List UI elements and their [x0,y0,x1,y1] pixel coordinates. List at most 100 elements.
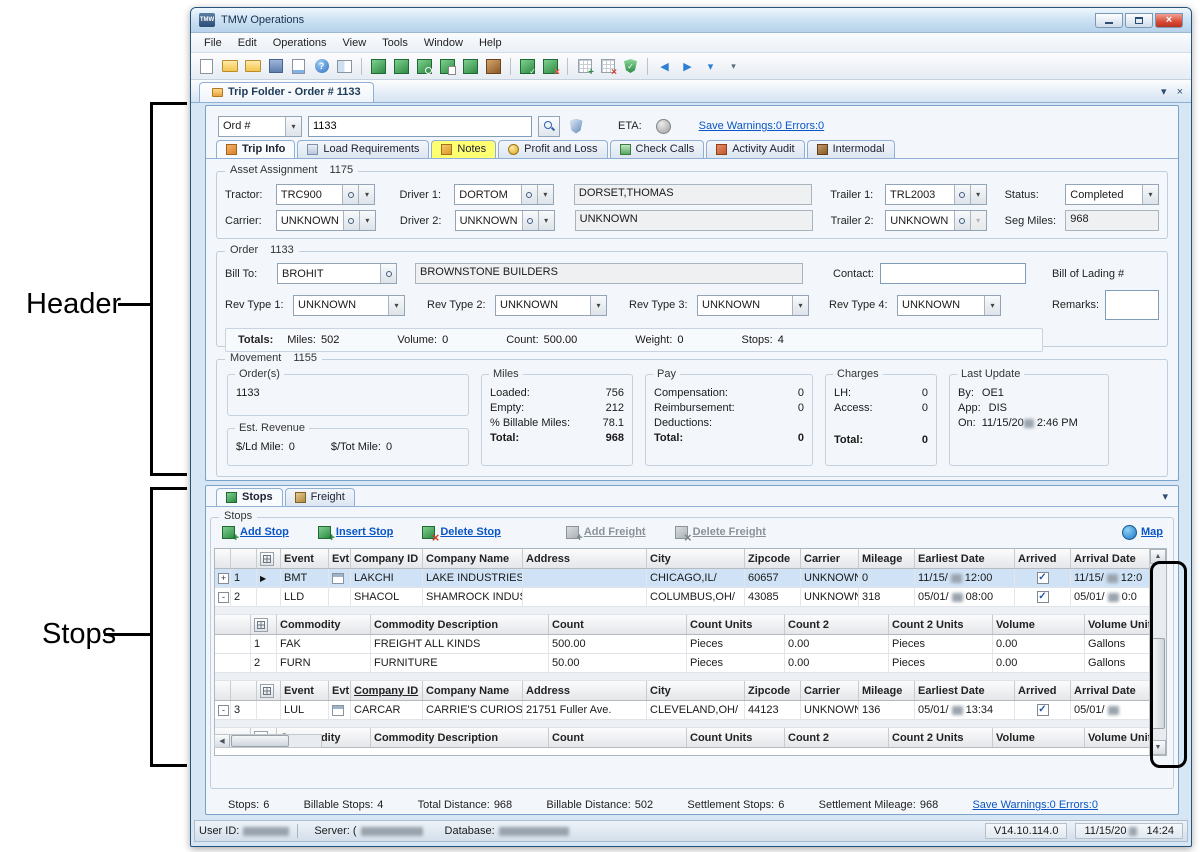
column-header-earliest-date[interactable]: Earliest Date [918,553,985,565]
tab-freight[interactable]: Freight [285,488,355,506]
trip-folder-tab[interactable]: Trip Folder - Order # 1133 [199,82,374,102]
driver2-combo[interactable]: UNKNOWN ▾ [455,210,555,231]
column-header-arrived[interactable]: Arrived [1018,553,1057,565]
arrived-checkbox[interactable]: ✓ [1037,591,1049,603]
trailer2-combo[interactable]: UNKNOWN ▾ [885,210,986,231]
status-combo[interactable]: Completed ▾ [1065,184,1159,205]
carrier-combo[interactable]: UNKNOWN ▾ [276,210,376,231]
column-header-city[interactable]: City [650,685,671,697]
rev-type1-combo[interactable]: UNKNOWN ▾ [293,295,405,316]
back-icon[interactable] [655,57,674,76]
trailer1-browse-icon[interactable] [954,185,970,204]
expand-icon[interactable]: - [218,705,229,716]
tractor-combo[interactable]: TRC900 ▾ [276,184,376,205]
invoice-remove-icon[interactable] [598,57,617,76]
column-header-count-2-units[interactable]: Count 2 Units [892,619,964,631]
driver2-name-field[interactable]: UNKNOWN [575,210,813,231]
find-trip-icon[interactable] [415,57,434,76]
column-header-volume-units[interactable]: Volume Units [1088,732,1151,744]
maximize-button[interactable] [1125,13,1153,28]
report-icon[interactable] [289,57,308,76]
validate-shield-icon[interactable] [621,57,640,76]
delete-freight-link[interactable]: Delete Freight [674,525,766,540]
arrived-checkbox[interactable]: ✓ [1037,704,1049,716]
column-header-address[interactable]: Address [526,553,570,565]
column-header-count-2-units[interactable]: Count 2 Units [892,732,964,744]
stop-row[interactable]: -2LLDSHACOLSHAMROCK INDUS...COLUMBUS,OH/… [215,588,1151,607]
arrived-checkbox[interactable]: ✓ [1037,572,1049,584]
tab-trip-info[interactable]: Trip Info [216,140,295,158]
order-type-combo[interactable]: Ord # ▾ [218,116,302,137]
bill-to-name-field[interactable]: BROWNSTONE BUILDERS [415,263,803,284]
help-icon[interactable] [312,57,331,76]
folder-add-icon[interactable] [243,57,262,76]
driver1-dropdown-icon[interactable]: ▾ [537,185,553,204]
column-header-volume[interactable]: Volume [996,619,1035,631]
trailer1-dropdown-icon[interactable]: ▾ [970,185,986,204]
tab-list-dropdown-icon[interactable]: ▾ [1161,87,1167,98]
column-header-arrival-date[interactable]: Arrival Date [1074,553,1136,565]
column-header-address[interactable]: Address [526,685,570,697]
contact-input[interactable] [880,263,1026,284]
column-header-count-units[interactable]: Count Units [690,732,752,744]
menu-edit[interactable]: Edit [231,35,264,51]
column-header-evt[interactable]: Evt [332,553,349,565]
column-header-commodity-description[interactable]: Commodity Description [374,732,498,744]
delete-stop-link[interactable]: Delete Stop [421,525,501,540]
column-header-count-units[interactable]: Count Units [690,619,752,631]
driver1-combo[interactable]: DORTOM ▾ [454,184,554,205]
h-scrollbar-thumb[interactable] [231,735,289,747]
nav-dropdown-icon[interactable] [701,57,720,76]
unassign-icon[interactable] [541,57,560,76]
column-header-company-id[interactable]: Company ID [354,553,418,565]
order-type-dropdown-icon[interactable]: ▾ [285,117,301,136]
rev-type4-dropdown-icon[interactable]: ▾ [984,296,1000,315]
menu-window[interactable]: Window [417,35,470,51]
new-document-icon[interactable] [197,57,216,76]
forward-icon[interactable] [678,57,697,76]
column-header-count-2[interactable]: Count 2 [788,619,829,631]
bill-to-combo[interactable]: BROHIT [277,263,397,284]
order-number-input[interactable] [308,116,532,137]
add-stop-link[interactable]: Add Stop [221,525,289,540]
column-header-volume-units[interactable]: Volume Units [1088,619,1151,631]
driver2-dropdown-icon[interactable]: ▾ [538,211,554,230]
rev-type4-combo[interactable]: UNKNOWN ▾ [897,295,1001,316]
tab-stops[interactable]: Stops [216,488,283,506]
window-layout-icon[interactable] [335,57,354,76]
tractor-browse-icon[interactable] [342,185,358,204]
commodity-row[interactable]: 1FAKFREIGHT ALL KINDS500.00Pieces0.00Pie… [215,635,1151,654]
column-header-count[interactable]: Count [552,619,584,631]
column-header-city[interactable]: City [650,553,671,565]
column-header-evt[interactable]: Evt [332,685,349,697]
rev-type3-combo[interactable]: UNKNOWN ▾ [697,295,809,316]
menu-tools[interactable]: Tools [375,35,415,51]
column-header-carrier[interactable]: Carrier [804,685,840,697]
driver1-browse-icon[interactable] [521,185,537,204]
horizontal-scrollbar[interactable]: ◀ [214,734,322,748]
save-warnings-link-bottom[interactable]: Save Warnings:0 Errors:0 [972,799,1098,811]
trailer1-combo[interactable]: TRL2003 ▾ [885,184,987,205]
search-button[interactable] [538,116,560,137]
driver2-browse-icon[interactable] [522,211,538,230]
expand-icon[interactable]: - [218,592,229,603]
minimize-button[interactable] [1095,13,1123,28]
tab-profit-loss[interactable]: Profit and Loss [498,140,607,158]
map-link[interactable]: Map [1122,525,1163,540]
commodity-row[interactable]: 2FURNFURNITURE50.00Pieces0.00Pieces0.00G… [215,654,1151,673]
save-warnings-link[interactable]: Save Warnings:0 Errors:0 [699,120,825,132]
column-header-volume[interactable]: Volume [996,732,1035,744]
status-dropdown-icon[interactable]: ▾ [1142,185,1158,204]
tab-check-calls[interactable]: Check Calls [610,140,705,158]
tab-intermodal[interactable]: Intermodal [807,140,895,158]
tractor-dropdown-icon[interactable]: ▾ [358,185,374,204]
new-trip-icon[interactable] [369,57,388,76]
column-header-count[interactable]: Count [552,732,584,744]
stops-tab-dropdown-icon[interactable]: ▾ [1162,490,1168,506]
column-header-commodity[interactable]: Commodity [280,619,341,631]
rev-type3-dropdown-icon[interactable]: ▾ [792,296,808,315]
close-button[interactable]: × [1155,13,1183,28]
rev-type2-dropdown-icon[interactable]: ▾ [590,296,606,315]
column-chooser-icon[interactable] [254,618,268,632]
remarks-field[interactable] [1105,290,1159,320]
